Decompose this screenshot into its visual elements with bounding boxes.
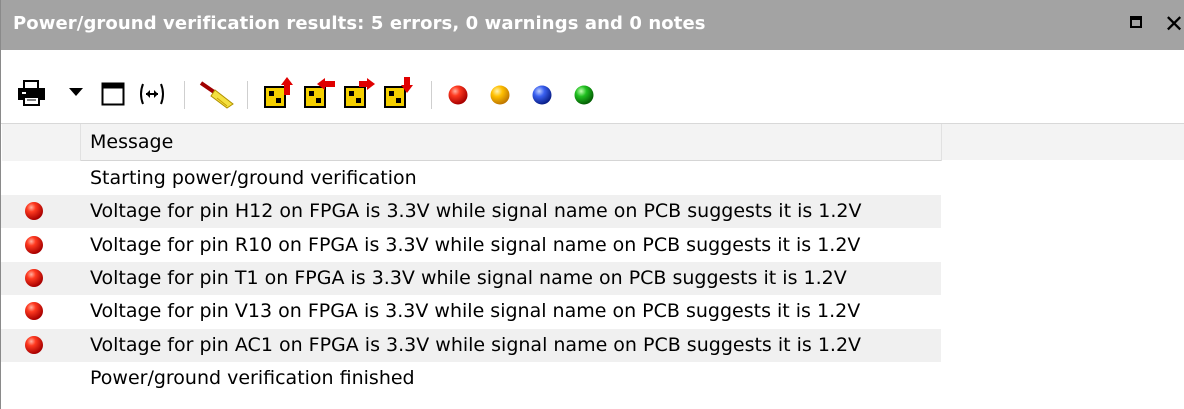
table-row[interactable]: Starting power/ground verification xyxy=(1,162,941,195)
clear-filter-icon[interactable] xyxy=(197,80,237,110)
severity-column-header[interactable] xyxy=(2,124,81,161)
table-row[interactable]: Voltage for pin R10 on FPGA is 3.3V whil… xyxy=(1,229,941,262)
note-filter-icon[interactable] xyxy=(531,84,553,106)
table-header: Message xyxy=(1,123,1184,161)
toolbar-separator xyxy=(247,81,248,109)
fit-width-icon[interactable] xyxy=(137,81,167,107)
toolbar-separator xyxy=(184,81,185,109)
info-filter-icon[interactable] xyxy=(573,84,595,106)
table-row[interactable]: Power/ground verification finished xyxy=(1,362,941,395)
error-filter-icon[interactable] xyxy=(447,84,469,106)
row-message: Power/ground verification finished xyxy=(90,367,415,389)
goto-next-icon[interactable] xyxy=(343,77,377,109)
close-icon: ✕ xyxy=(1163,10,1184,38)
goto-previous-icon[interactable] xyxy=(303,77,337,109)
row-message: Voltage for pin AC1 on FPGA is 3.3V whil… xyxy=(90,334,862,356)
error-icon xyxy=(25,302,43,320)
row-message: Voltage for pin R10 on FPGA is 3.3V whil… xyxy=(90,234,861,256)
error-icon xyxy=(25,236,43,254)
table-row[interactable]: Voltage for pin H12 on FPGA is 3.3V whil… xyxy=(1,195,941,228)
row-message: Starting power/ground verification xyxy=(90,167,417,189)
row-message: Voltage for pin H12 on FPGA is 3.3V whil… xyxy=(90,200,862,222)
error-icon xyxy=(25,336,43,354)
table-row[interactable]: Voltage for pin AC1 on FPGA is 3.3V whil… xyxy=(1,329,941,362)
goto-last-icon[interactable] xyxy=(383,77,417,109)
header-divider xyxy=(81,160,941,161)
maximize-icon xyxy=(1130,16,1142,28)
header-filler xyxy=(942,124,1184,160)
table-row[interactable]: Voltage for pin V13 on FPGA is 3.3V whil… xyxy=(1,295,941,328)
panel-title-bar[interactable]: Power/ground verification results: 5 err… xyxy=(1,0,1184,50)
window-icon[interactable] xyxy=(101,82,125,106)
error-icon xyxy=(25,269,43,287)
maximize-button[interactable] xyxy=(1124,11,1150,37)
verification-results-panel: Power/ground verification results: 5 err… xyxy=(0,0,1184,409)
table-row[interactable]: Voltage for pin T1 on FPGA is 3.3V while… xyxy=(1,262,941,295)
dropdown-arrow-icon[interactable] xyxy=(69,88,83,97)
goto-first-icon[interactable] xyxy=(263,77,297,109)
toolbar-separator xyxy=(431,81,432,109)
warning-filter-icon[interactable] xyxy=(489,84,511,106)
row-message: Voltage for pin T1 on FPGA is 3.3V while… xyxy=(90,267,847,289)
print-icon[interactable] xyxy=(17,80,47,106)
panel-title: Power/ground verification results: 5 err… xyxy=(13,13,706,34)
error-icon xyxy=(25,202,43,220)
close-button[interactable]: ✕ xyxy=(1161,11,1184,37)
message-column-header[interactable] xyxy=(81,124,942,161)
message-column-label: Message xyxy=(90,131,174,153)
row-message: Voltage for pin V13 on FPGA is 3.3V whil… xyxy=(90,300,861,322)
